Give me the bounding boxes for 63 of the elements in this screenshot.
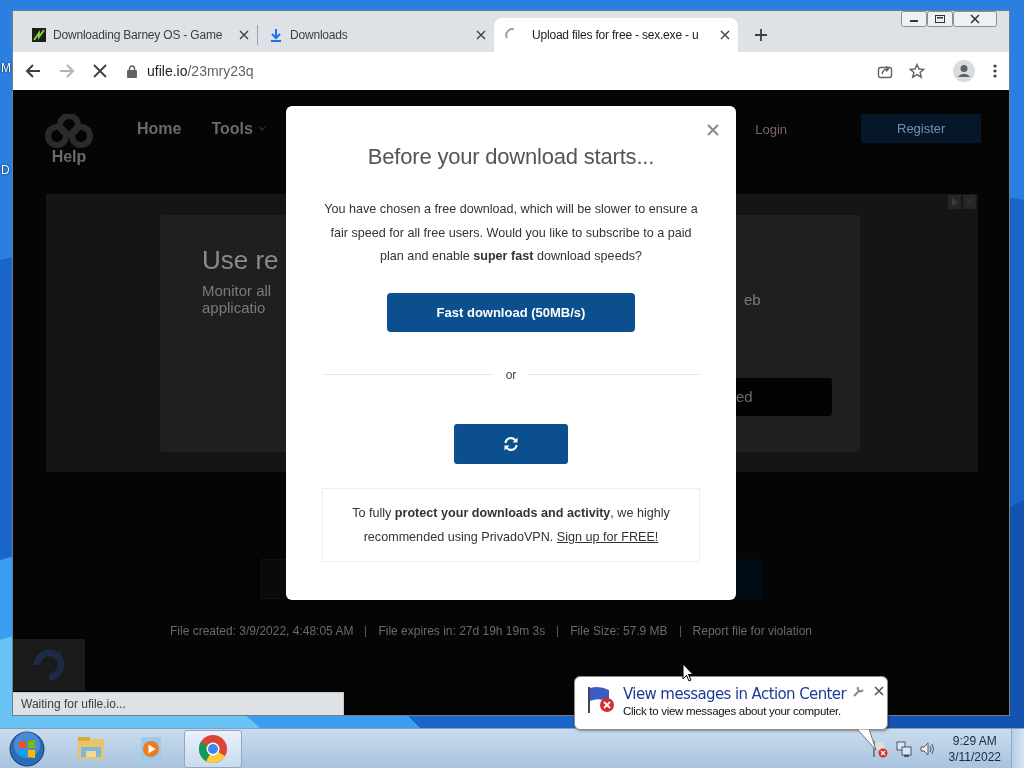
minimize-button[interactable] bbox=[901, 11, 927, 27]
desktop-icon-label[interactable]: M bbox=[1, 61, 11, 75]
nav-link[interactable]: Tools bbox=[211, 120, 266, 138]
balloon-text: Click to view messages about your computer. bbox=[623, 705, 842, 717]
caret-icon bbox=[257, 126, 266, 132]
recaptcha-badge bbox=[13, 639, 85, 691]
dialog-message: You have chosen a free download, which will be slower to ensure a fair speed for all free users. Would you like to subscribe to a paid plan and enable super fast download speeds? bbox=[323, 201, 699, 265]
close-icon[interactable] bbox=[874, 686, 885, 696]
close-button[interactable] bbox=[953, 11, 997, 27]
download-icon bbox=[268, 27, 284, 43]
file-info-text: File Size: 57.9 MB bbox=[570, 624, 668, 638]
browser-tab[interactable]: Upload files for free - sex.exe - u bbox=[494, 18, 738, 52]
new-tab-icon[interactable] bbox=[754, 28, 768, 42]
chrome-icon bbox=[197, 732, 229, 765]
share-icon[interactable] bbox=[877, 63, 893, 79]
login-button[interactable]: Login bbox=[741, 122, 801, 137]
mouse-cursor-icon bbox=[682, 663, 694, 682]
nav-link[interactable]: Home bbox=[137, 120, 182, 138]
url-text: ufile.io/23mry23q bbox=[147, 63, 254, 79]
network-icon[interactable] bbox=[894, 739, 913, 758]
maximize-button[interactable] bbox=[927, 11, 953, 27]
back-icon[interactable] bbox=[25, 63, 41, 79]
taskbar-app[interactable] bbox=[184, 729, 242, 768]
profile-avatar-icon[interactable] bbox=[953, 60, 975, 82]
menu-icon[interactable] bbox=[993, 64, 997, 78]
ad-text: eb bbox=[744, 291, 761, 308]
game-logo-icon bbox=[31, 27, 47, 43]
logo-caption: Help bbox=[51, 148, 87, 166]
balloon-title[interactable]: View messages in Action Center bbox=[623, 685, 847, 703]
close-icon[interactable] bbox=[239, 30, 249, 40]
star-icon[interactable] bbox=[909, 63, 925, 79]
tab-title: Downloads bbox=[290, 28, 349, 42]
file-info-text: File created: 3/9/2022, 4:48:05 AM bbox=[170, 624, 354, 638]
notification-balloon[interactable]: View messages in Action Center Click to view messages about your computer. bbox=[574, 676, 888, 730]
ad-headline: Use re bbox=[202, 245, 280, 276]
fast-download-button[interactable]: Fast download (50MB/s) bbox=[387, 292, 635, 332]
start-button[interactable] bbox=[9, 730, 45, 767]
lock-icon bbox=[127, 64, 137, 78]
wrench-icon[interactable] bbox=[852, 685, 865, 697]
dialog-title: Before your download starts... bbox=[367, 144, 655, 170]
ad-text: applicatio bbox=[202, 299, 267, 316]
close-icon[interactable] bbox=[476, 30, 486, 40]
signup-link[interactable]: Sign up for FREE! bbox=[556, 529, 659, 544]
status-text: Waiting for ufile.io... bbox=[13, 692, 344, 715]
clock[interactable]: 9:29 AM 3/11/2022 bbox=[948, 732, 1001, 765]
browser-tab[interactable]: Downloading Barney OS - Game bbox=[21, 18, 257, 52]
tab-title: Downloading Barney OS - Game bbox=[53, 28, 224, 42]
file-info-text: File expires in: 27d 19h 19m 3s bbox=[378, 624, 546, 638]
register-button[interactable]: Register bbox=[861, 114, 981, 143]
ad-choices-icon bbox=[948, 195, 976, 209]
cloud-logo-icon bbox=[45, 114, 93, 148]
divider-text: or bbox=[505, 367, 517, 382]
ad-text: Monitor all bbox=[202, 282, 273, 299]
stop-icon[interactable] bbox=[93, 64, 107, 78]
refresh-icon bbox=[503, 435, 519, 452]
notice-text: To fully protect your downloads and activity, we highly recommended using PrivadoVPN. Sign up for FREE! bbox=[351, 504, 671, 546]
browser-tab[interactable]: Downloads bbox=[258, 18, 494, 52]
tab-title: Upload files for free - sex.exe - u bbox=[531, 28, 700, 42]
refresh-button[interactable] bbox=[454, 423, 568, 464]
report-link[interactable]: Report file for violation bbox=[692, 624, 812, 638]
balloon-pointer bbox=[857, 729, 877, 751]
desktop-icon-label[interactable]: D bbox=[1, 163, 10, 177]
close-icon[interactable] bbox=[720, 30, 730, 40]
